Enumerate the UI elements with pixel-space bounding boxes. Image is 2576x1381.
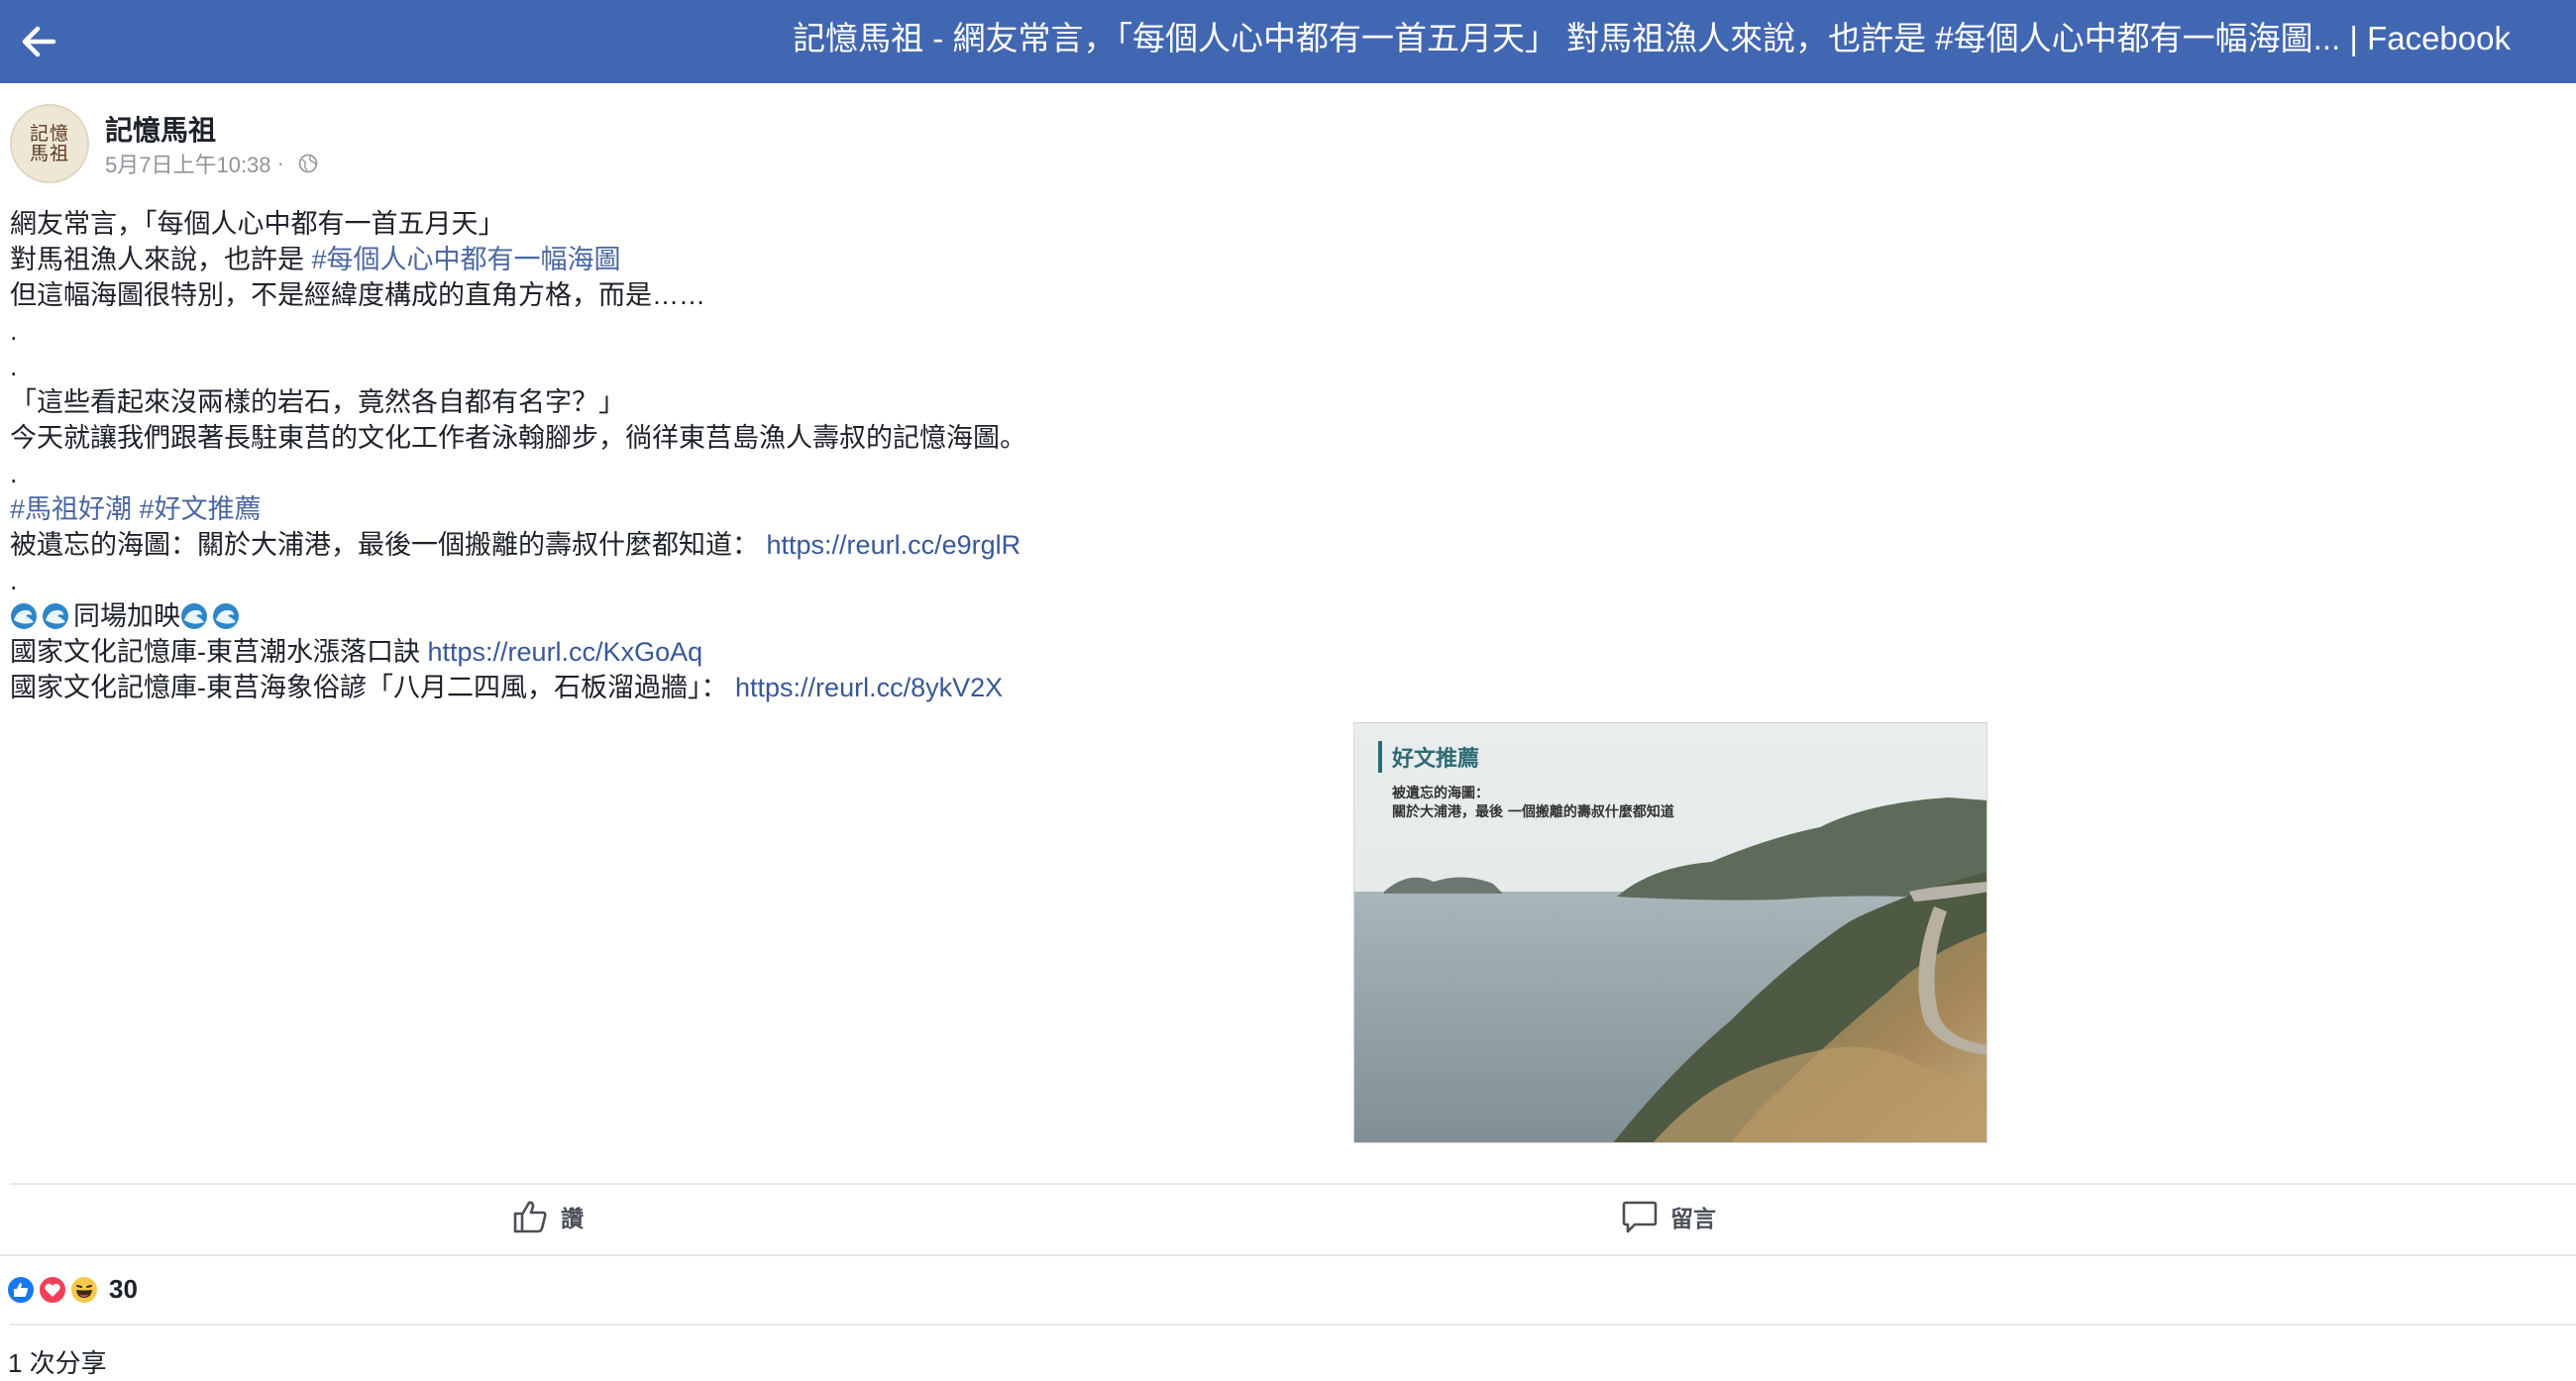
post-line: 但這幅海圖很特別，不是經緯度構成的直角方格，而是…… <box>10 280 705 310</box>
post-meta: 5月7日上午10:38 · <box>105 148 318 179</box>
post-timestamp[interactable]: 5月7日上午10:38 <box>105 148 271 179</box>
hashtag-link[interactable]: #每個人心中都有一幅海圖 <box>312 245 621 274</box>
thumbs-up-icon <box>513 1201 547 1233</box>
post-line: 國家文化記憶庫-東莒潮水漲落口訣 https://reurl.cc/KxGoAq <box>10 634 1199 670</box>
post-line: 網友常言，「每個人心中都有一首五月天」 <box>10 209 505 239</box>
post-line-dot: . <box>10 566 18 595</box>
wave-emoji-icon <box>213 603 239 629</box>
url-link[interactable]: https://reurl.cc/KxGoAq <box>428 637 703 667</box>
comment-label: 留言 <box>1670 1206 1716 1231</box>
meta-separator: · <box>270 151 291 175</box>
reactions-summary[interactable]: 30 <box>6 1274 138 1305</box>
back-arrow-icon[interactable] <box>10 12 69 71</box>
post-line-dot: . <box>10 352 18 381</box>
post-text-segment: 國家文化記憶庫-東莒潮水漲落口訣 <box>10 637 428 667</box>
hashtag-link[interactable]: #好文推薦 <box>140 494 262 524</box>
post-line: 「這些看起來沒兩樣的岩石，竟然各自都有名字？」 <box>10 387 625 417</box>
top-nav-bar: 記憶馬祖 - 網友常言，「每個人心中都有一首五月天」 對馬祖漁人來說，也許是 #… <box>0 0 2576 83</box>
comment-bubble-icon <box>1622 1201 1658 1233</box>
wave-emoji-icon <box>43 603 68 629</box>
love-icon <box>38 1274 67 1305</box>
post-line: 被遺忘的海圖：關於大浦港，最後一個搬離的壽叔什麼都知道： https://reu… <box>10 527 1199 563</box>
page-name-link[interactable]: 記憶馬祖 <box>105 109 216 149</box>
image-subtitle-line: 被遺忘的海圖： <box>1392 786 1489 801</box>
haha-icon <box>69 1274 99 1305</box>
like-label: 讚 <box>561 1206 584 1231</box>
image-subtitle: 被遺忘的海圖： 關於大浦港，最後 一個搬離的壽叔什麼都知道 <box>1392 785 1674 822</box>
url-link[interactable]: https://reurl.cc/e9rglR <box>767 530 1021 560</box>
globe-icon <box>298 154 318 173</box>
url-link[interactable]: https://reurl.cc/8ykV2X <box>735 673 1003 702</box>
post-line: 對馬祖漁人來說，也許是 #每個人心中都有一幅海圖 <box>10 242 1199 277</box>
wave-emoji-icon <box>181 603 207 629</box>
post-line: #馬祖好潮 #好文推薦 <box>10 491 1199 527</box>
post-text: 網友常言，「每個人心中都有一首五月天」 對馬祖漁人來說，也許是 #每個人心中都有… <box>10 206 1199 705</box>
post-line-dot: . <box>10 316 18 346</box>
post-image[interactable]: 好文推薦 被遺忘的海圖： 關於大浦港，最後 一個搬離的壽叔什麼都知道 <box>1353 722 1987 1143</box>
divider <box>10 1183 2576 1185</box>
like-button[interactable]: 讚 <box>511 1197 584 1236</box>
share-count[interactable]: 1 次分享 <box>8 1343 107 1380</box>
post-line: 今天就讓我們跟著長駐東莒的文化工作者泳翰腳步，徜徉東莒島漁人壽叔的記憶海圖。 <box>10 423 1026 453</box>
divider <box>0 1254 2576 1256</box>
hashtag-link[interactable]: #馬祖好潮 <box>10 494 132 524</box>
post-text-segment: 對馬祖漁人來說，也許是 <box>10 245 312 274</box>
page-avatar[interactable]: 記憶 馬祖 <box>10 104 89 183</box>
comment-button[interactable]: 留言 <box>1621 1197 1716 1236</box>
post-text-segment: 被遺忘的海圖：關於大浦港，最後一個搬離的壽叔什麼都知道： <box>10 530 759 560</box>
post-line: 同場加映 <box>10 598 1199 634</box>
post-text-segment: 國家文化記憶庫-東莒海象俗諺「八月二四風，石板溜過牆」： <box>10 673 728 702</box>
post-line: 國家文化記憶庫-東莒海象俗諺「八月二四風，石板溜過牆」： https://reu… <box>10 670 1199 705</box>
wave-emoji-icon <box>11 603 37 629</box>
post-text-segment: 同場加映 <box>73 601 180 631</box>
reaction-count: 30 <box>109 1274 138 1304</box>
image-heading: 好文推薦 <box>1378 741 1479 773</box>
avatar-text-line: 馬祖 <box>29 143 69 164</box>
post-line-dot: . <box>10 459 18 488</box>
like-icon <box>6 1274 36 1305</box>
divider <box>10 1324 2576 1326</box>
avatar-text-line: 記憶 <box>29 123 69 145</box>
image-subtitle-line: 關於大浦港，最後 一個搬離的壽叔什麼都知道 <box>1392 804 1674 820</box>
page-title: 記憶馬祖 - 網友常言，「每個人心中都有一首五月天」 對馬祖漁人來說，也許是 #… <box>793 20 2511 56</box>
